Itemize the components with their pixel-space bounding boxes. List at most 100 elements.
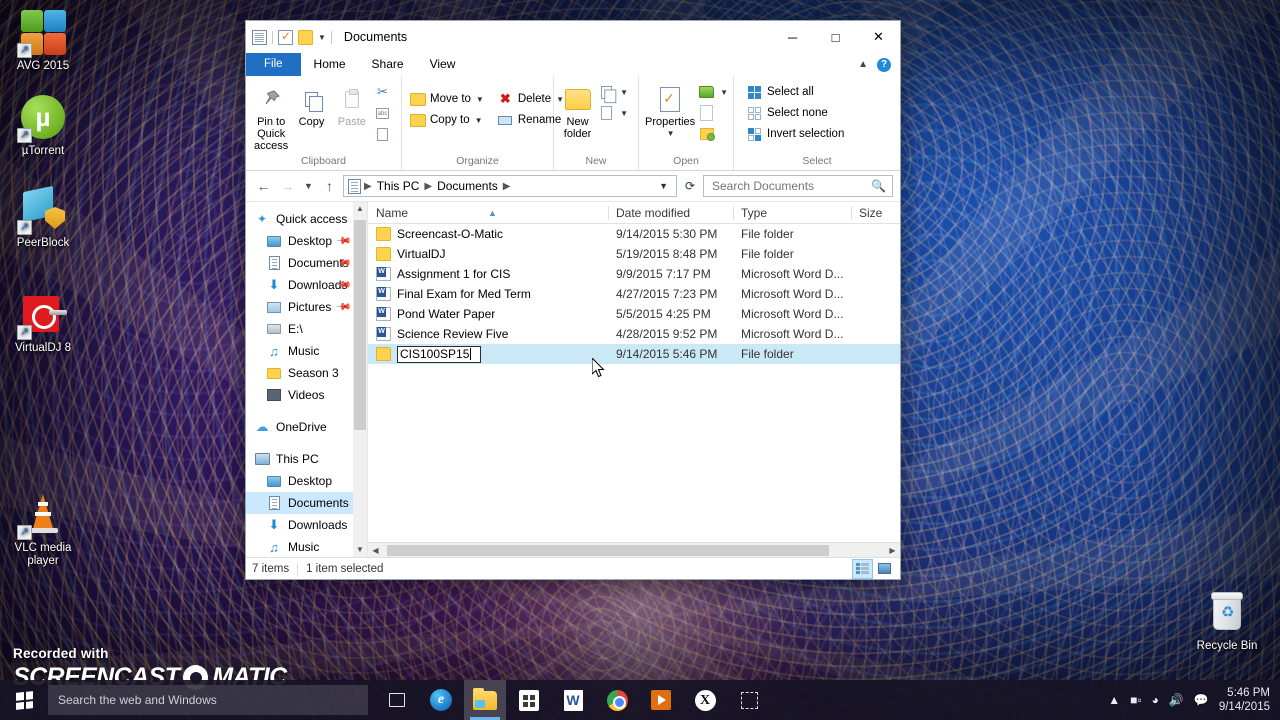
chevron-down-icon[interactable]: ▼ xyxy=(476,95,484,104)
back-arrow-icon[interactable]: ← xyxy=(253,176,274,197)
scroll-thumb[interactable] xyxy=(354,220,366,430)
open-button[interactable]: ▼ xyxy=(696,82,733,102)
folder-icon[interactable] xyxy=(298,29,313,45)
nav-item-documents[interactable]: Documents 📌 xyxy=(246,252,367,274)
address-bar[interactable]: ← → ▼ ↑ ▶ This PC ▶ Documents ▶ ▼ ⟳ 🔍 xyxy=(246,171,900,201)
scroll-thumb[interactable] xyxy=(387,544,829,556)
desktop-icon-recycle-bin[interactable]: ♻ Recycle Bin xyxy=(1184,588,1270,653)
scroll-track[interactable] xyxy=(383,543,885,558)
checked-document-icon[interactable] xyxy=(278,29,293,45)
properties-button[interactable]: ✓ Properties ▼ xyxy=(644,80,696,142)
desktop-icon-avg[interactable]: ↗ AVG 2015 xyxy=(0,8,86,73)
ribbon[interactable]: Pin to Quick access Copy Paste ✂ abc Cli… xyxy=(246,76,900,171)
table-row[interactable]: Assignment 1 for CIS 9/9/2015 7:17 PM Mi… xyxy=(368,264,900,284)
refresh-icon[interactable]: ⟳ xyxy=(680,179,700,193)
nav-item-pc-downloads[interactable]: ⬇ Downloads xyxy=(246,514,367,536)
ribbon-tabs[interactable]: File Home Share View ▲ ? xyxy=(246,53,900,76)
scroll-right-icon[interactable]: ▶ xyxy=(885,546,900,555)
nav-item-videos[interactable]: Videos xyxy=(246,384,367,406)
nav-item-quick-access[interactable]: ✦ Quick access xyxy=(246,208,367,230)
details-view-icon[interactable] xyxy=(852,558,873,579)
column-headers[interactable]: Name ▲ Date modified Type Size xyxy=(368,202,900,224)
task-view-button[interactable] xyxy=(376,680,418,720)
breadcrumb-separator[interactable]: ▶ xyxy=(503,181,511,192)
title-bar[interactable]: ▼ Documents ─ □ ✕ xyxy=(246,21,900,53)
edit-button[interactable] xyxy=(696,103,733,123)
select-all-button[interactable]: Select all xyxy=(744,82,849,102)
file-explorer-window[interactable]: ▼ Documents ─ □ ✕ File Home Share View ▲… xyxy=(245,20,901,580)
minimize-button[interactable]: ─ xyxy=(771,21,814,53)
file-rows[interactable]: Screencast-O-Matic 9/14/2015 5:30 PM Fil… xyxy=(368,224,900,542)
scroll-down-icon[interactable]: ▼ xyxy=(356,543,364,557)
nav-item-pictures[interactable]: Pictures 📌 xyxy=(246,296,367,318)
recent-locations-icon[interactable]: ▼ xyxy=(301,176,316,197)
desktop-icon-peerblock[interactable]: ↗ PeerBlock xyxy=(0,185,86,250)
horizontal-scrollbar[interactable]: ◀ ▶ xyxy=(368,542,900,557)
desktop-icon-vlc[interactable]: ↗ VLC media player xyxy=(0,490,86,568)
desktop-icon-utorrent[interactable]: µ ↗ µTorrent xyxy=(0,93,86,158)
up-arrow-icon[interactable]: ↑ xyxy=(319,176,340,197)
edge-button[interactable]: e xyxy=(420,680,462,720)
tab-home[interactable]: Home xyxy=(300,53,359,76)
nav-item-pc-music[interactable]: ♫ Music xyxy=(246,536,367,557)
file-name-cell[interactable]: Assignment 1 for CIS xyxy=(368,267,608,281)
window-controls[interactable]: ─ □ ✕ xyxy=(771,21,900,53)
nav-item-pc-desktop[interactable]: Desktop xyxy=(246,470,367,492)
chevron-down-icon[interactable]: ▼ xyxy=(475,116,483,125)
new-folder-button[interactable]: New folder xyxy=(559,80,596,142)
tab-view[interactable]: View xyxy=(417,53,469,76)
quick-access-toolbar[interactable]: ▼ xyxy=(252,29,332,45)
desktop-icon-virtualdj[interactable]: ↗ VirtualDJ 8 xyxy=(0,290,86,355)
column-header-name[interactable]: Name ▲ xyxy=(368,202,608,224)
battery-icon[interactable]: ■▫ xyxy=(1130,693,1142,707)
chrome-button[interactable] xyxy=(596,680,638,720)
paste-button[interactable]: Paste xyxy=(332,80,372,130)
copy-to-button[interactable]: Copy to ▼ xyxy=(407,110,489,130)
file-list-pane[interactable]: Name ▲ Date modified Type Size Screencas… xyxy=(367,202,900,557)
table-row[interactable]: VirtualDJ 5/19/2015 8:48 PM File folder xyxy=(368,244,900,264)
nav-pane-scrollbar[interactable]: ▲ ▼ xyxy=(353,202,367,557)
snip-button[interactable] xyxy=(728,680,770,720)
column-header-size[interactable]: Size xyxy=(851,202,891,224)
chevron-down-icon[interactable]: ▼ xyxy=(655,181,672,191)
chevron-down-icon[interactable]: ▼ xyxy=(318,33,326,42)
table-row[interactable]: Pond Water Paper 5/5/2015 4:25 PM Micros… xyxy=(368,304,900,324)
chevron-up-icon[interactable]: ▲ xyxy=(858,59,868,70)
search-icon[interactable]: 🔍 xyxy=(871,179,886,193)
action-center-icon[interactable]: 💬 xyxy=(1194,693,1209,707)
chevron-down-icon[interactable]: ▼ xyxy=(620,109,628,118)
nav-item-pc-documents[interactable]: Documents xyxy=(246,492,367,514)
copy-button[interactable]: Copy xyxy=(291,80,331,130)
table-row[interactable]: Final Exam for Med Term 4/27/2015 7:23 P… xyxy=(368,284,900,304)
volume-icon[interactable]: 🔊 xyxy=(1169,693,1184,707)
tab-file[interactable]: File xyxy=(246,53,301,76)
breadcrumb-documents[interactable]: Documents xyxy=(435,179,500,193)
large-icons-view-icon[interactable] xyxy=(875,560,894,578)
nav-item-this-pc[interactable]: This PC xyxy=(246,448,367,470)
breadcrumb[interactable]: ▶ This PC ▶ Documents ▶ ▼ xyxy=(343,175,677,197)
nav-item-onedrive[interactable]: ☁ OneDrive xyxy=(246,416,367,438)
file-explorer-button[interactable] xyxy=(464,680,506,720)
movies-tv-button[interactable] xyxy=(640,680,682,720)
properties-document-icon[interactable] xyxy=(252,29,267,45)
start-button[interactable] xyxy=(0,680,48,720)
file-name-cell[interactable]: VirtualDJ xyxy=(368,247,608,261)
chevron-up-icon[interactable]: ▲ xyxy=(1108,693,1120,707)
help-icon[interactable]: ? xyxy=(877,57,891,72)
store-button[interactable] xyxy=(508,680,550,720)
nav-item-music[interactable]: ♫ Music xyxy=(246,340,367,362)
chevron-down-icon[interactable]: ▼ xyxy=(720,88,728,97)
invert-selection-button[interactable]: Invert selection xyxy=(744,124,849,144)
select-none-button[interactable]: Select none xyxy=(744,103,849,123)
move-to-button[interactable]: Move to ▼ xyxy=(407,89,489,109)
system-tray[interactable]: ▲ ■▫ ◕ 🔊 💬 5:46 PM 9/14/2015 xyxy=(1108,686,1280,714)
rename-input[interactable]: CIS100SP15 xyxy=(397,345,481,363)
nav-item-desktop[interactable]: Desktop 📌 xyxy=(246,230,367,252)
navigation-pane[interactable]: ✦ Quick access Desktop 📌 Documents 📌 ⬇ D… xyxy=(246,202,367,557)
column-header-type[interactable]: Type xyxy=(733,202,851,224)
clock[interactable]: 5:46 PM 9/14/2015 xyxy=(1219,686,1270,714)
view-mode-buttons[interactable] xyxy=(852,558,894,579)
ribbon-actions[interactable]: ▲ ? xyxy=(858,53,900,76)
nav-item-downloads[interactable]: ⬇ Downloads 📌 xyxy=(246,274,367,296)
easy-access-button[interactable]: ▼ xyxy=(596,103,633,123)
